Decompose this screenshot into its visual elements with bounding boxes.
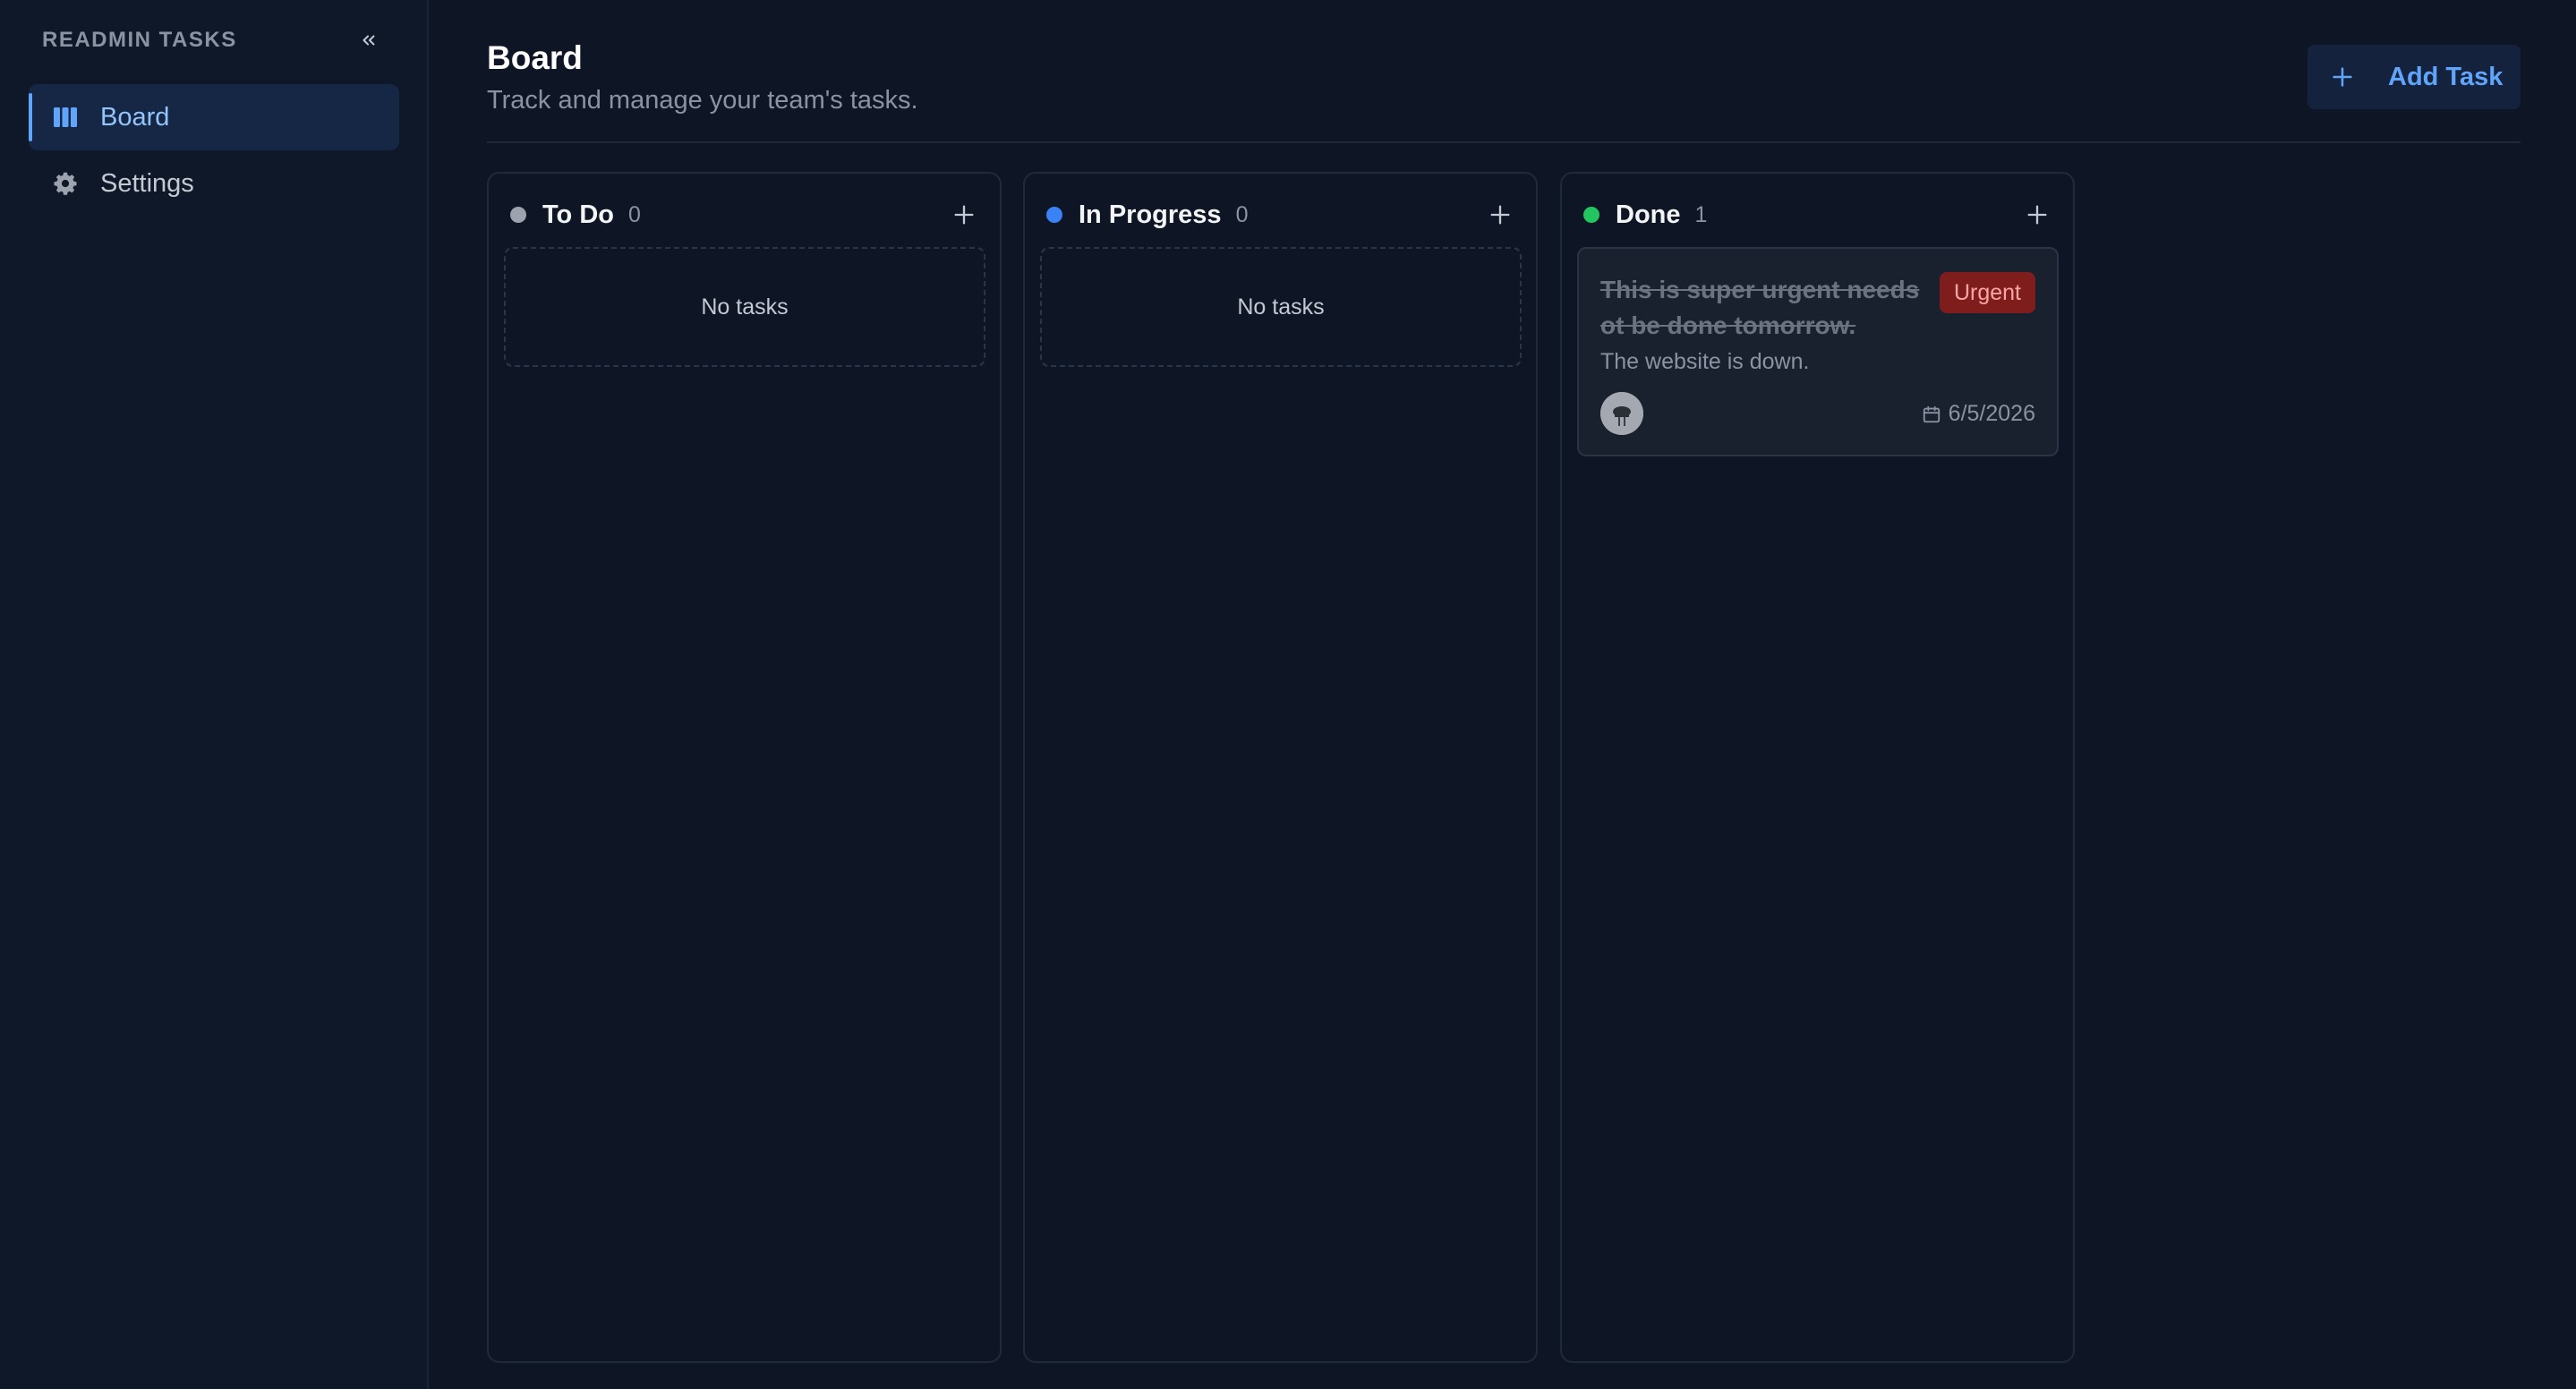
- column-count: 0: [1235, 201, 1249, 227]
- column-count: 0: [628, 201, 641, 227]
- sidebar: READMIN TASKS Board Settings: [0, 0, 429, 1389]
- column-title: Done: [1616, 200, 1681, 229]
- column-header: In Progress 0: [1046, 199, 1514, 231]
- status-dot: [1583, 207, 1599, 223]
- sidebar-title: READMIN TASKS: [42, 28, 237, 52]
- gear-icon: [52, 170, 79, 197]
- page-title: Board: [487, 39, 583, 76]
- task-card[interactable]: This is super urgent needs ot be done to…: [1577, 247, 2059, 456]
- collapse-sidebar-button[interactable]: [355, 27, 382, 54]
- column-in-progress: In Progress 0 No tasks: [1023, 172, 1538, 1363]
- empty-state: No tasks: [1040, 247, 1522, 367]
- calendar-icon: [1922, 404, 1943, 425]
- priority-badge: Urgent: [1939, 272, 2035, 313]
- add-task-button[interactable]: Add Task: [2307, 45, 2521, 109]
- task-description: The website is down.: [1600, 349, 1810, 374]
- plus-icon: [2027, 205, 2047, 225]
- app: READMIN TASKS Board Settings Board Track…: [0, 0, 2576, 1389]
- empty-state: No tasks: [504, 247, 985, 367]
- add-task-todo-button[interactable]: [950, 200, 978, 229]
- plus-icon: [954, 205, 974, 225]
- add-task-done-button[interactable]: [2023, 200, 2051, 229]
- sidebar-item-settings[interactable]: Settings: [29, 150, 399, 217]
- column-title: To Do: [542, 200, 614, 229]
- board-columns-icon: [52, 104, 79, 131]
- main-content: Board Track and manage your team's tasks…: [429, 0, 2576, 1389]
- assignee-avatar: [1600, 392, 1643, 435]
- plus-icon: [2329, 64, 2356, 90]
- status-dot: [1046, 207, 1062, 223]
- column-title: In Progress: [1079, 200, 1222, 229]
- status-dot: [510, 207, 526, 223]
- column-count: 1: [1694, 201, 1708, 227]
- column-done: Done 1 This is super urgent needs ot be …: [1560, 172, 2075, 1363]
- page-subtitle: Track and manage your team's tasks.: [487, 86, 918, 115]
- sidebar-item-label: Settings: [100, 168, 194, 198]
- sidebar-header: READMIN TASKS: [42, 27, 382, 54]
- add-task-label: Add Task: [2388, 62, 2503, 91]
- due-date-text: 6/5/2026: [1948, 401, 2035, 426]
- due-date: 6/5/2026: [1922, 401, 2035, 427]
- sidebar-item-label: Board: [100, 102, 170, 132]
- header-divider: [487, 141, 2521, 143]
- task-title: This is super urgent needs ot be done to…: [1600, 276, 1920, 339]
- column-header: To Do 0: [510, 199, 978, 231]
- plus-icon: [1490, 205, 1510, 225]
- column-todo: To Do 0 No tasks: [487, 172, 1002, 1363]
- add-task-in-progress-button[interactable]: [1486, 200, 1514, 229]
- double-chevron-left-icon: [363, 35, 375, 46]
- sidebar-item-board[interactable]: Board: [29, 84, 399, 150]
- column-header: Done 1: [1583, 199, 2051, 231]
